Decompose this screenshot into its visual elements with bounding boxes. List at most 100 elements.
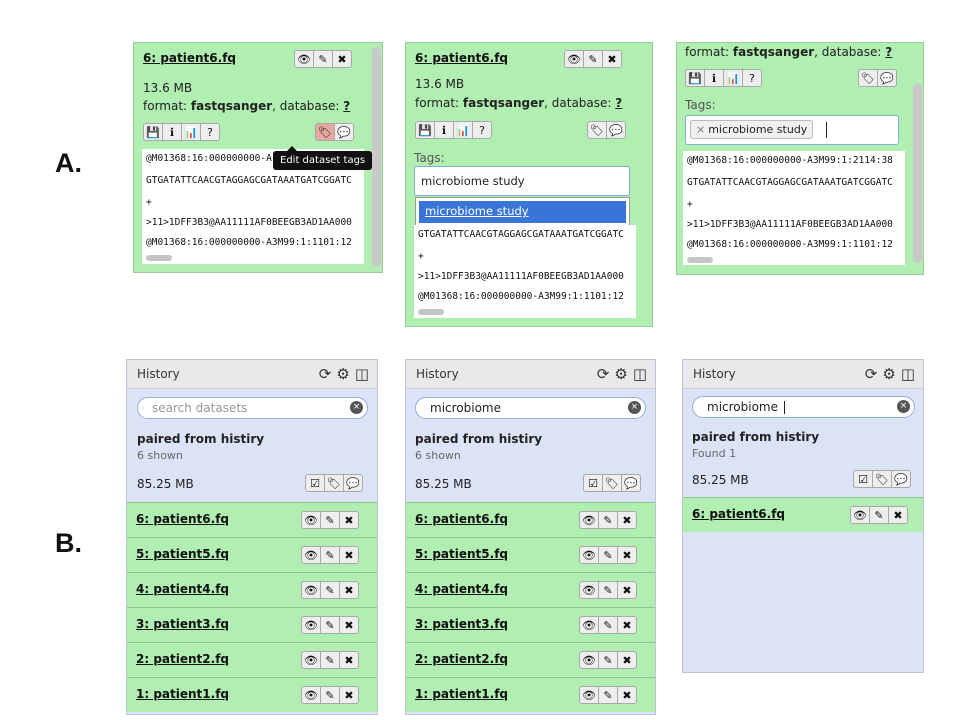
database-link[interactable]: ?: [885, 45, 892, 59]
pencil-icon[interactable]: ✎: [320, 511, 340, 529]
eye-icon[interactable]: 👁: [579, 511, 599, 529]
dataset-item[interactable]: 5: patient5.fq 👁 ✎ ✖: [127, 537, 377, 572]
close-icon[interactable]: ✖: [339, 546, 359, 564]
close-icon[interactable]: ✖: [617, 546, 637, 564]
history-name[interactable]: paired from histiry: [415, 432, 542, 446]
tag-icon[interactable]: 🏷: [872, 470, 892, 488]
dataset-item-title[interactable]: 3: patient3.fq: [136, 617, 229, 631]
close-icon[interactable]: ✖: [617, 581, 637, 599]
dataset-item[interactable]: 3: patient3.fq 👁 ✎ ✖: [127, 607, 377, 642]
eye-icon[interactable]: 👁: [579, 686, 599, 704]
help-icon[interactable]: ?: [200, 123, 220, 141]
pencil-icon[interactable]: ✎: [320, 546, 340, 564]
gear-icon[interactable]: ⚙: [882, 365, 895, 383]
clear-search-icon[interactable]: ×: [897, 400, 910, 413]
close-icon[interactable]: ✖: [617, 616, 637, 634]
dataset-item-title[interactable]: 2: patient2.fq: [415, 652, 508, 666]
chart-icon[interactable]: 📊: [181, 123, 201, 141]
tag-icon[interactable]: 🏷: [587, 121, 607, 139]
close-icon[interactable]: ✖: [339, 581, 359, 599]
pencil-icon[interactable]: ✎: [598, 511, 618, 529]
eye-icon[interactable]: 👁: [564, 50, 584, 68]
dataset-item-title[interactable]: 3: patient3.fq: [415, 617, 508, 631]
clear-search-icon[interactable]: ×: [350, 401, 363, 414]
comment-icon[interactable]: 💬: [891, 470, 911, 488]
dataset-item[interactable]: 1: patient1.fq 👁 ✎ ✖: [406, 677, 655, 712]
dataset-item[interactable]: 6: patient6.fq 👁 ✎ ✖: [127, 502, 377, 537]
clear-search-icon[interactable]: ×: [628, 401, 641, 414]
close-icon[interactable]: ✖: [339, 651, 359, 669]
search-input[interactable]: microbiome ×: [692, 396, 915, 418]
pencil-icon[interactable]: ✎: [869, 506, 889, 524]
close-icon[interactable]: ✖: [617, 651, 637, 669]
dataset-item-title[interactable]: 1: patient1.fq: [415, 687, 508, 701]
eye-icon[interactable]: 👁: [579, 651, 599, 669]
vertical-scrollbar[interactable]: [372, 47, 381, 267]
eye-icon[interactable]: 👁: [579, 581, 599, 599]
eye-icon[interactable]: 👁: [850, 506, 870, 524]
dataset-title[interactable]: 6: patient6.fq: [415, 51, 508, 65]
pencil-icon[interactable]: ✎: [598, 546, 618, 564]
dataset-item-title[interactable]: 6: patient6.fq: [415, 512, 508, 526]
check-icon[interactable]: ☑: [305, 474, 325, 492]
dataset-item-title[interactable]: 2: patient2.fq: [136, 652, 229, 666]
refresh-icon[interactable]: ⟳: [319, 365, 332, 383]
dataset-item[interactable]: 4: patient4.fq 👁 ✎ ✖: [406, 572, 655, 607]
dataset-item-title[interactable]: 5: patient5.fq: [415, 547, 508, 561]
vertical-scrollbar[interactable]: [913, 83, 922, 263]
info-icon[interactable]: ℹ: [162, 123, 182, 141]
comment-icon[interactable]: 💬: [877, 69, 897, 87]
dataset-item-title[interactable]: 6: patient6.fq: [136, 512, 229, 526]
gear-icon[interactable]: ⚙: [336, 365, 349, 383]
refresh-icon[interactable]: ⟳: [865, 365, 878, 383]
close-icon[interactable]: ✖: [888, 506, 908, 524]
tags-input[interactable]: microbiome study: [414, 166, 630, 196]
eye-icon[interactable]: 👁: [294, 50, 314, 68]
tag-icon[interactable]: 🏷: [315, 123, 335, 141]
eye-icon[interactable]: 👁: [579, 616, 599, 634]
database-link[interactable]: ?: [343, 99, 350, 113]
tag-icon[interactable]: 🏷: [858, 69, 878, 87]
pencil-icon[interactable]: ✎: [598, 581, 618, 599]
dataset-title[interactable]: 6: patient6.fq: [143, 51, 236, 65]
columns-icon[interactable]: ◫: [633, 365, 647, 383]
pencil-icon[interactable]: ✎: [598, 651, 618, 669]
dataset-item[interactable]: 2: patient2.fq 👁 ✎ ✖: [406, 642, 655, 677]
comment-icon[interactable]: 💬: [334, 123, 354, 141]
close-icon[interactable]: ✖: [332, 50, 352, 68]
history-name[interactable]: paired from histiry: [137, 432, 264, 446]
pencil-icon[interactable]: ✎: [313, 50, 333, 68]
pencil-icon[interactable]: ✎: [320, 581, 340, 599]
remove-tag-icon[interactable]: ×: [696, 123, 705, 136]
close-icon[interactable]: ✖: [339, 511, 359, 529]
help-icon[interactable]: ?: [742, 69, 762, 87]
chart-icon[interactable]: 📊: [723, 69, 743, 87]
tag-suggestion-option[interactable]: microbiome study: [419, 201, 626, 223]
close-icon[interactable]: ✖: [617, 686, 637, 704]
tags-input[interactable]: × microbiome study: [685, 115, 899, 145]
dataset-item[interactable]: 1: patient1.fq 👁 ✎ ✖: [127, 677, 377, 712]
dataset-item-title[interactable]: 4: patient4.fq: [136, 582, 229, 596]
dataset-item-title[interactable]: 5: patient5.fq: [136, 547, 229, 561]
dataset-item[interactable]: 2: patient2.fq 👁 ✎ ✖: [127, 642, 377, 677]
save-icon[interactable]: 💾: [685, 69, 705, 87]
pencil-icon[interactable]: ✎: [320, 616, 340, 634]
check-icon[interactable]: ☑: [583, 474, 603, 492]
save-icon[interactable]: 💾: [415, 121, 435, 139]
search-input[interactable]: search datasets ×: [137, 397, 368, 419]
info-icon[interactable]: ℹ: [434, 121, 454, 139]
horizontal-scrollbar[interactable]: [146, 255, 172, 261]
eye-icon[interactable]: 👁: [301, 651, 321, 669]
chart-icon[interactable]: 📊: [453, 121, 473, 139]
comment-icon[interactable]: 💬: [621, 474, 641, 492]
pencil-icon[interactable]: ✎: [598, 616, 618, 634]
pencil-icon[interactable]: ✎: [598, 686, 618, 704]
close-icon[interactable]: ✖: [339, 686, 359, 704]
dataset-item-title[interactable]: 6: patient6.fq: [692, 507, 785, 521]
pencil-icon[interactable]: ✎: [583, 50, 603, 68]
eye-icon[interactable]: 👁: [301, 546, 321, 564]
dataset-item[interactable]: 4: patient4.fq 👁 ✎ ✖: [127, 572, 377, 607]
dataset-item-title[interactable]: 1: patient1.fq: [136, 687, 229, 701]
search-input[interactable]: microbiome ×: [415, 397, 646, 419]
tag-icon[interactable]: 🏷: [602, 474, 622, 492]
